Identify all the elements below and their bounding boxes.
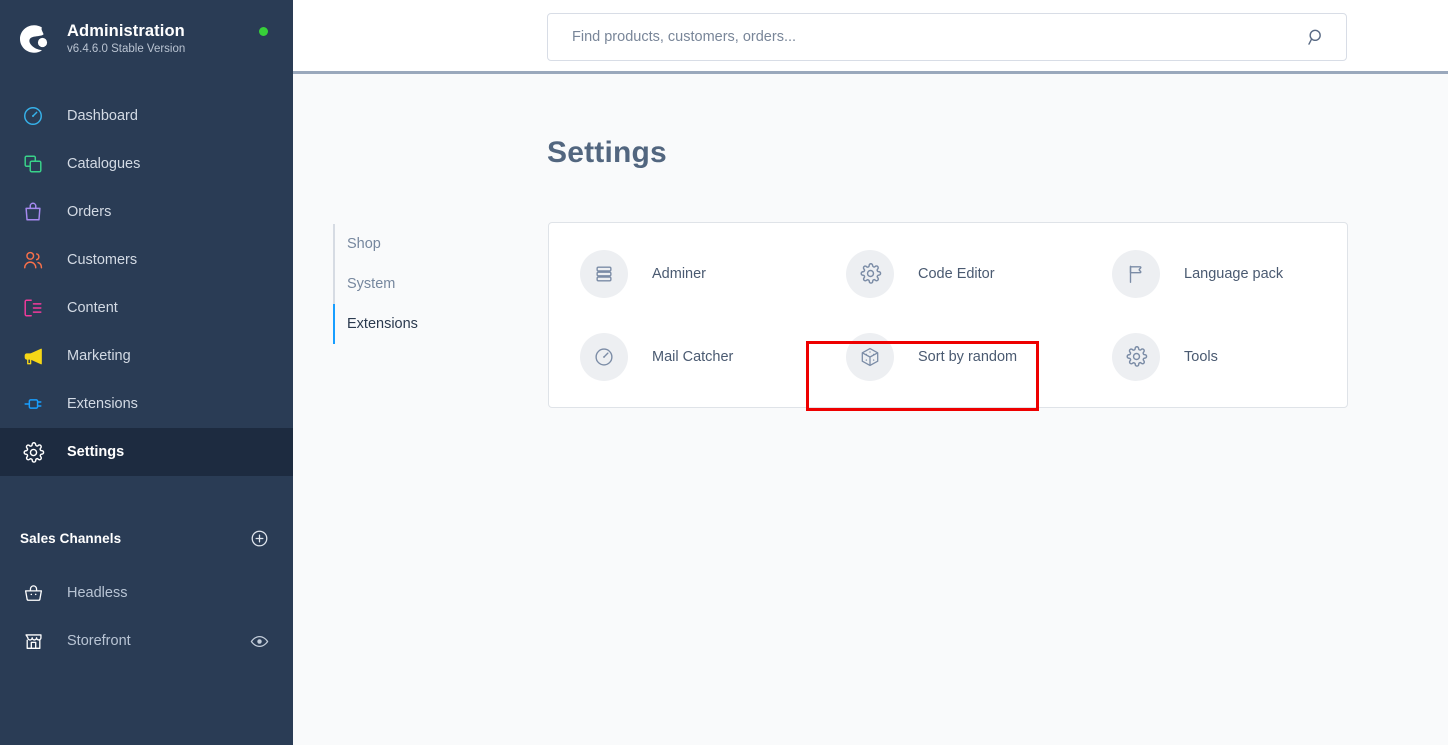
plus-circle-icon[interactable] — [249, 528, 269, 548]
connection-status-dot — [259, 27, 268, 36]
page-title: Settings — [547, 136, 667, 169]
extension-item-tools[interactable]: Tools — [1081, 315, 1347, 398]
speedometer-icon — [580, 332, 628, 381]
extension-item-adminer[interactable]: Adminer — [549, 232, 815, 315]
sidebar-item-label: Content — [67, 299, 118, 316]
sidebar-item-settings[interactable]: Settings — [0, 428, 293, 476]
extension-item-language-pack[interactable]: Language pack — [1081, 232, 1347, 315]
tab-system[interactable]: System — [333, 264, 533, 304]
speedometer-icon — [20, 103, 46, 129]
sidebar-item-dashboard[interactable]: Dashboard — [0, 92, 293, 140]
extension-item-sort-by-random[interactable]: Sort by random — [815, 315, 1081, 398]
sidebar-item-label: Catalogues — [67, 155, 141, 172]
gear-icon — [20, 439, 46, 465]
settings-tab-rail: Shop System Extensions — [333, 224, 533, 344]
brand-text-group: Administration v6.4.6.0 Stable Version — [67, 22, 185, 57]
content-region: Settings Shop System Extensions Adminer … — [293, 74, 1448, 745]
extension-label: Tools — [1184, 348, 1218, 365]
sales-channel-label: Headless — [67, 585, 128, 601]
eye-icon[interactable] — [249, 631, 269, 651]
sales-channel-list: Headless Storefront — [0, 569, 293, 665]
tab-label: System — [347, 276, 396, 292]
extension-label: Sort by random — [918, 348, 1018, 365]
sidebar: Administration v6.4.6.0 Stable Version D… — [0, 0, 293, 745]
extension-label: Code Editor — [918, 265, 995, 282]
sidebar-item-label: Customers — [67, 251, 138, 268]
main-area: Settings Shop System Extensions — [293, 0, 1448, 745]
copy-icon — [20, 151, 46, 177]
content-icon — [20, 295, 46, 321]
extensions-card: Adminer Code Editor Language pack Mail C… — [548, 222, 1348, 408]
sidebar-item-label: Dashboard — [67, 107, 138, 124]
sales-channels-section-header: Sales Channels — [0, 521, 293, 555]
extension-item-code-editor[interactable]: Code Editor — [815, 232, 1081, 315]
sidebar-item-content[interactable]: Content — [0, 284, 293, 332]
megaphone-icon — [20, 343, 46, 369]
database-icon — [580, 249, 628, 298]
admin-app: Administration v6.4.6.0 Stable Version D… — [0, 0, 1448, 745]
sales-channels-title: Sales Channels — [20, 530, 122, 546]
topbar — [293, 0, 1448, 74]
sidebar-item-orders[interactable]: Orders — [0, 188, 293, 236]
storefront-icon — [20, 628, 46, 654]
plug-icon — [20, 391, 46, 417]
sidebar-item-label: Marketing — [67, 347, 131, 364]
tab-label: Shop — [347, 236, 381, 252]
sidebar-item-catalogues[interactable]: Catalogues — [0, 140, 293, 188]
dice-cube-icon — [846, 332, 894, 381]
sidebar-item-label: Orders — [67, 203, 112, 220]
search-input[interactable] — [572, 29, 1304, 45]
extension-label: Adminer — [652, 265, 706, 282]
gear-icon — [1112, 332, 1160, 381]
sidebar-item-marketing[interactable]: Marketing — [0, 332, 293, 380]
flag-icon — [1112, 249, 1160, 298]
sales-channel-item-storefront[interactable]: Storefront — [0, 617, 293, 665]
tab-extensions[interactable]: Extensions — [333, 304, 533, 344]
tab-label: Extensions — [347, 316, 418, 332]
extension-label: Mail Catcher — [652, 348, 734, 365]
sidebar-item-customers[interactable]: Customers — [0, 236, 293, 284]
sidebar-brand-header[interactable]: Administration v6.4.6.0 Stable Version — [0, 0, 293, 78]
users-icon — [20, 247, 46, 273]
shopware-logo-icon — [14, 19, 54, 59]
extension-label: Language pack — [1184, 265, 1284, 282]
gear-icon — [846, 249, 894, 298]
sidebar-item-extensions[interactable]: Extensions — [0, 380, 293, 428]
tab-shop[interactable]: Shop — [333, 224, 533, 264]
bag-icon — [20, 199, 46, 225]
extensions-grid: Adminer Code Editor Language pack Mail C… — [549, 223, 1347, 407]
sales-channel-label: Storefront — [67, 633, 131, 649]
primary-navigation: Dashboard Catalogues Orders Customers Co… — [0, 92, 293, 476]
basket-icon — [20, 580, 46, 606]
search-icon[interactable] — [1304, 25, 1328, 49]
extension-item-mail-catcher[interactable]: Mail Catcher — [549, 315, 815, 398]
sidebar-item-label: Extensions — [67, 395, 138, 412]
brand-title: Administration — [67, 21, 185, 40]
sales-channel-item-headless[interactable]: Headless — [0, 569, 293, 617]
brand-version: v6.4.6.0 Stable Version — [67, 42, 186, 55]
sidebar-item-label: Settings — [67, 443, 125, 460]
search-box[interactable] — [547, 13, 1347, 61]
global-search — [547, 13, 1347, 61]
